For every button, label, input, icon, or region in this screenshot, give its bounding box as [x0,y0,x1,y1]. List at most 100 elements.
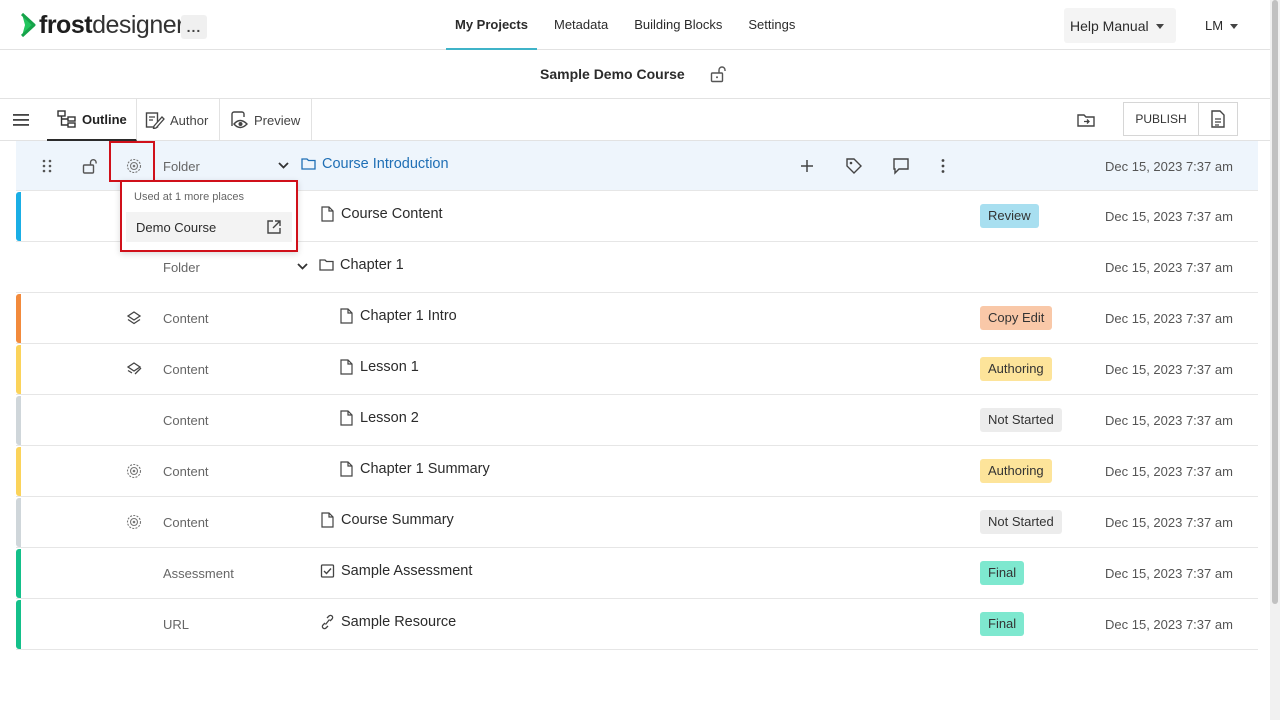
status-color-bar [16,192,21,241]
tab-author-label: Author [170,112,209,128]
frost-designer-logo[interactable]: frostdesigner [20,10,184,40]
row-title-link[interactable]: Chapter 1 Summary [339,461,490,477]
row-modified-date: Dec 15, 2023 7:37 am [1105,260,1233,275]
row-type-label: Content [163,362,209,377]
author-edit-icon [145,112,165,129]
help-manual-label: Help Manual [1070,17,1149,34]
add-icon[interactable] [798,157,816,175]
outline-row-lesson-2[interactable]: Content Lesson 2 Not Started Dec 15, 202… [16,395,1258,446]
nav-metadata[interactable]: Metadata [545,0,617,50]
status-color-bar [16,294,21,343]
row-modified-date: Dec 15, 2023 7:37 am [1105,617,1233,632]
outline-row-chapter-1-intro[interactable]: Content Chapter 1 Intro Copy Edit Dec 15… [16,293,1258,344]
drag-handle-icon[interactable] [39,158,55,174]
page-scrollbar[interactable] [1270,0,1280,720]
outline-tree-icon [57,110,76,128]
tab-outline[interactable]: Outline [47,99,137,141]
row-title: Chapter 1 Intro [360,308,457,324]
help-manual-dropdown[interactable]: Help Manual [1064,8,1176,43]
status-color-bar [16,549,21,598]
tab-author[interactable]: Author [137,99,220,141]
status-badge[interactable]: Final [980,561,1025,585]
status-badge[interactable]: Review [980,204,1039,228]
status-badge[interactable]: Final [980,612,1025,636]
tab-preview-label: Preview [254,112,301,128]
status-badge[interactable]: Authoring [980,459,1052,483]
file-icon [321,206,334,222]
user-menu[interactable]: LM [1205,8,1239,43]
row-title-link[interactable]: Sample Resource [320,614,456,630]
layers-icon[interactable] [126,310,142,326]
tag-icon[interactable] [845,157,863,175]
status-badge[interactable]: Not Started [980,510,1062,534]
chevron-down-icon[interactable] [278,161,289,170]
outline-row-chapter-1-summary[interactable]: Content Chapter 1 Summary Authoring Dec … [16,446,1258,497]
document-icon [1211,110,1225,128]
chevron-down-icon [1230,24,1239,29]
row-title-link[interactable]: Chapter 1 [319,257,404,273]
row-type-label: Assessment [163,566,234,581]
file-icon [340,308,353,324]
file-icon [340,461,353,477]
publish-button[interactable]: PUBLISH [1123,102,1198,136]
row-title: Course Introduction [322,156,449,172]
unlock-icon[interactable] [82,158,98,174]
status-color-bar [16,396,21,445]
shared-usage-icon[interactable] [126,514,142,530]
comment-icon[interactable] [892,157,910,175]
nav-settings[interactable]: Settings [739,0,804,50]
popup-item-label: Demo Course [136,219,217,235]
logo-wordmark: frostdesigner [39,11,184,39]
row-type-label: URL [163,617,190,632]
row-modified-date: Dec 15, 2023 7:37 am [1105,362,1233,377]
outline-row-sample-resource[interactable]: URL Sample Resource Final Dec 15, 2023 7… [16,599,1258,650]
link-icon [321,614,334,630]
outline-row-course-summary[interactable]: Content Course Summary Not Started Dec 1… [16,497,1258,548]
status-color-bar [16,447,21,496]
folder-icon [319,259,334,271]
row-title-link[interactable]: Lesson 2 [339,410,419,426]
tab-preview[interactable]: Preview [220,99,312,141]
row-modified-date: Dec 15, 2023 7:37 am [1105,464,1233,479]
row-title-link[interactable]: Course Summary [320,512,454,528]
shared-usage-popup: Used at 1 more places Demo Course [120,180,298,252]
status-badge[interactable]: Authoring [980,357,1052,381]
logo-chevron-icon [20,12,36,38]
scrollbar-thumb[interactable] [1272,0,1278,604]
row-title: Sample Assessment [341,563,473,579]
menu-icon[interactable] [12,111,30,129]
folder-move-icon[interactable] [1076,110,1096,130]
row-title-link[interactable]: Course Introduction [301,156,449,172]
row-title: Chapter 1 Summary [360,461,490,477]
status-badge[interactable]: Copy Edit [980,306,1053,330]
layers-check-icon[interactable] [126,361,142,377]
course-title-bar: Sample Demo Course [0,51,1270,99]
row-title-link[interactable]: Sample Assessment [320,563,472,579]
unlock-icon[interactable] [710,65,726,83]
outline-row-lesson-1[interactable]: Content Lesson 1 Authoring Dec 15, 2023 … [16,344,1258,395]
row-type-label: Content [163,464,209,479]
row-title-link[interactable]: Course Content [320,206,443,222]
row-title: Lesson 1 [360,359,419,375]
row-title: Sample Resource [341,614,457,630]
row-type-label: Folder [163,159,200,174]
folder-icon [301,158,316,170]
outline-row-sample-assessment[interactable]: Assessment Sample Assessment Final Dec 1… [16,548,1258,599]
status-color-bar [16,345,21,394]
nav-building-blocks[interactable]: Building Blocks [625,0,731,50]
chevron-down-icon[interactable] [297,262,308,271]
nav-my-projects[interactable]: My Projects [446,0,537,50]
row-type-label: Content [163,413,209,428]
row-title-link[interactable]: Chapter 1 Intro [339,308,457,324]
more-vertical-icon[interactable] [934,157,952,175]
external-link-icon[interactable] [266,219,282,235]
row-modified-date: Dec 15, 2023 7:37 am [1105,311,1233,326]
row-type-label: Content [163,311,209,326]
shared-usage-icon[interactable] [126,463,142,479]
popup-item-demo-course[interactable]: Demo Course [126,212,292,242]
status-badge[interactable]: Not Started [980,408,1062,432]
more-apps-button[interactable]: ... [181,15,207,39]
row-title-link[interactable]: Lesson 1 [339,359,419,375]
export-document-button[interactable] [1198,102,1238,136]
file-icon [340,359,353,375]
